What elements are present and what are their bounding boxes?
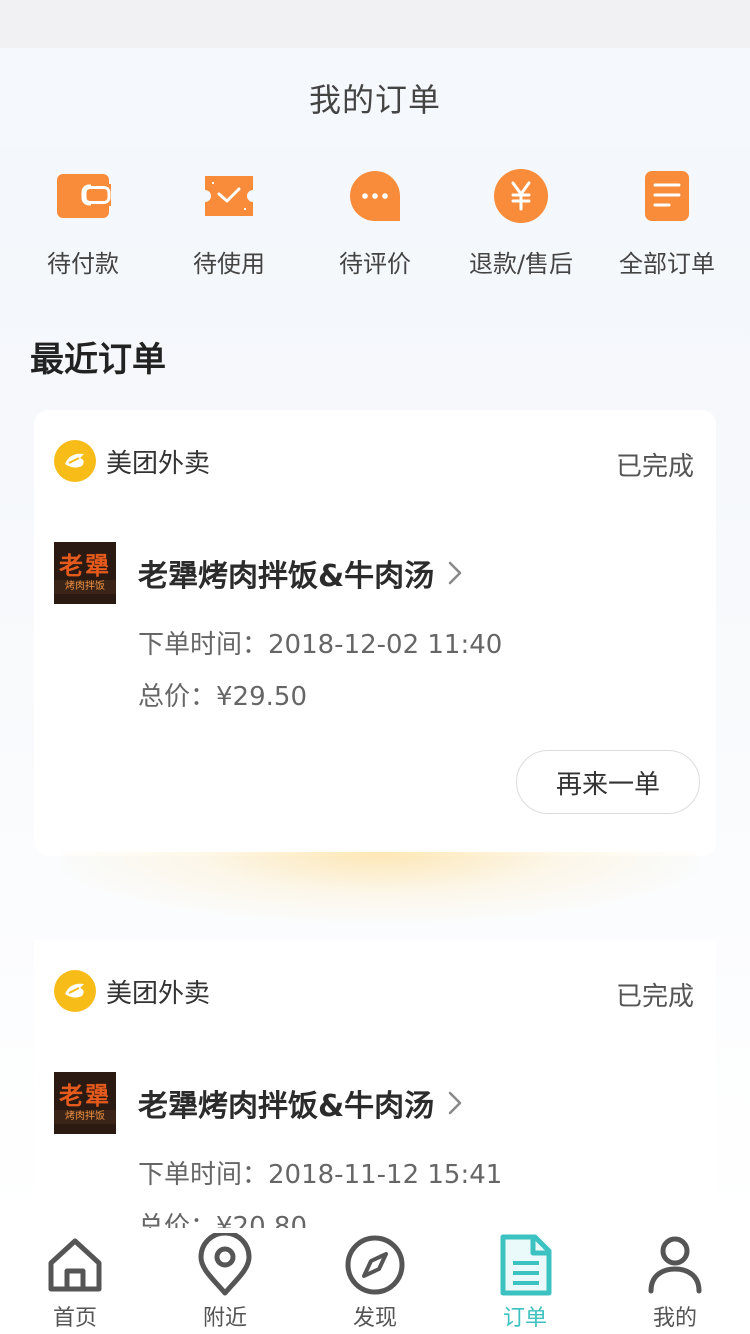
tab-label: 发现 — [352, 1306, 397, 1331]
quick-action-label: 待付款 — [47, 250, 119, 278]
meituan-waimai-logo-icon — [54, 970, 96, 1012]
order-price-label: 总价： — [138, 682, 217, 712]
quick-action-to-review[interactable]: 待评价 — [302, 160, 448, 290]
tab-discover[interactable]: 发现 — [300, 1228, 450, 1334]
order-card[interactable]: 美团外卖 已完成 老犟 烤肉拌饭 老犟烤肉拌饭&牛肉汤 下单时间：2018-12… — [34, 410, 716, 856]
order-card[interactable]: 美团外卖 已完成 老犟 烤肉拌饭 老犟烤肉拌饭&牛肉汤 下单时间：2018-11… — [34, 940, 716, 1230]
bottom-tab-bar: 首页 附近 发现 订单 我的 — [0, 1228, 750, 1334]
shop-name: 老犟烤肉拌饭&牛肉汤 — [138, 1089, 435, 1124]
shop-thumbnail: 老犟 烤肉拌饭 — [54, 1072, 116, 1134]
quick-action-label: 待使用 — [193, 250, 265, 278]
order-price: 总价：¥20.80 — [138, 1206, 307, 1230]
order-status: 已完成 — [615, 452, 694, 482]
tab-label: 我的 — [652, 1306, 697, 1331]
order-time-value: 2018-12-02 11:40 — [268, 630, 503, 660]
ticket-icon — [199, 166, 259, 226]
shop-name: 老犟烤肉拌饭&牛肉汤 — [138, 559, 435, 594]
title-bar: 我的订单 — [0, 48, 750, 148]
refund-yen-icon — [491, 166, 551, 226]
quick-action-refund[interactable]: 退款/售后 — [448, 160, 594, 290]
quick-action-label: 退款/售后 — [468, 250, 574, 278]
quick-action-label: 全部订单 — [619, 250, 715, 278]
tab-label: 订单 — [502, 1306, 547, 1331]
brand-name: 美团外卖 — [106, 978, 211, 1009]
order-time: 下单时间：2018-11-12 15:41 — [138, 1154, 502, 1191]
shop-thumbnail-title: 老犟 — [59, 551, 111, 580]
tab-label: 附近 — [202, 1306, 247, 1331]
order-time: 下单时间：2018-12-02 11:40 — [138, 624, 502, 661]
user-icon — [642, 1232, 708, 1298]
tab-label: 首页 — [52, 1306, 97, 1331]
order-time-value: 2018-11-12 15:41 — [268, 1160, 503, 1190]
shop-thumbnail-subtitle: 烤肉拌饭 — [54, 580, 116, 594]
comment-icon — [345, 166, 405, 226]
order-price: 总价：¥29.50 — [138, 676, 307, 713]
order-quick-actions: 待付款 待使用 待评价 退款/售后 全部订单 — [0, 160, 750, 290]
page-title: 我的订单 — [308, 81, 441, 119]
chevron-right-icon — [448, 561, 468, 585]
quick-action-pending-payment[interactable]: 待付款 — [10, 160, 156, 290]
order-price-value: ¥29.50 — [216, 682, 307, 712]
reorder-button[interactable]: 再来一单 — [516, 750, 700, 814]
compass-icon — [342, 1232, 408, 1298]
meituan-waimai-logo-icon — [54, 440, 96, 482]
quick-action-label: 待评价 — [339, 250, 411, 278]
shop-thumbnail: 老犟 烤肉拌饭 — [54, 542, 116, 604]
shop-row[interactable]: 老犟 烤肉拌饭 老犟烤肉拌饭&牛肉汤 — [54, 542, 468, 604]
recent-orders-title: 最近订单 — [30, 340, 166, 380]
shop-thumbnail-title: 老犟 — [59, 1081, 111, 1110]
shop-thumbnail-subtitle: 烤肉拌饭 — [54, 1110, 116, 1124]
order-time-label: 下单时间： — [138, 630, 269, 660]
status-bar — [0, 0, 750, 48]
order-document-icon — [492, 1232, 558, 1298]
shop-row[interactable]: 老犟 烤肉拌饭 老犟烤肉拌饭&牛肉汤 — [54, 1072, 468, 1134]
brand-name: 美团外卖 — [106, 448, 211, 479]
tab-nearby[interactable]: 附近 — [150, 1228, 300, 1334]
tab-home[interactable]: 首页 — [0, 1228, 150, 1334]
brand-row: 美团外卖 — [54, 970, 210, 1012]
wallet-icon — [53, 166, 113, 226]
quick-action-to-use[interactable]: 待使用 — [156, 160, 302, 290]
order-status: 已完成 — [615, 982, 694, 1012]
document-list-icon — [637, 166, 697, 226]
tab-mine[interactable]: 我的 — [600, 1228, 750, 1334]
quick-action-all-orders[interactable]: 全部订单 — [594, 160, 740, 290]
order-time-label: 下单时间： — [138, 1160, 269, 1190]
brand-row: 美团外卖 — [54, 440, 210, 482]
card-divider-glow — [60, 852, 700, 922]
chevron-right-icon — [448, 1091, 468, 1115]
location-pin-icon — [192, 1232, 258, 1298]
tab-orders[interactable]: 订单 — [450, 1228, 600, 1334]
home-icon — [42, 1232, 108, 1298]
